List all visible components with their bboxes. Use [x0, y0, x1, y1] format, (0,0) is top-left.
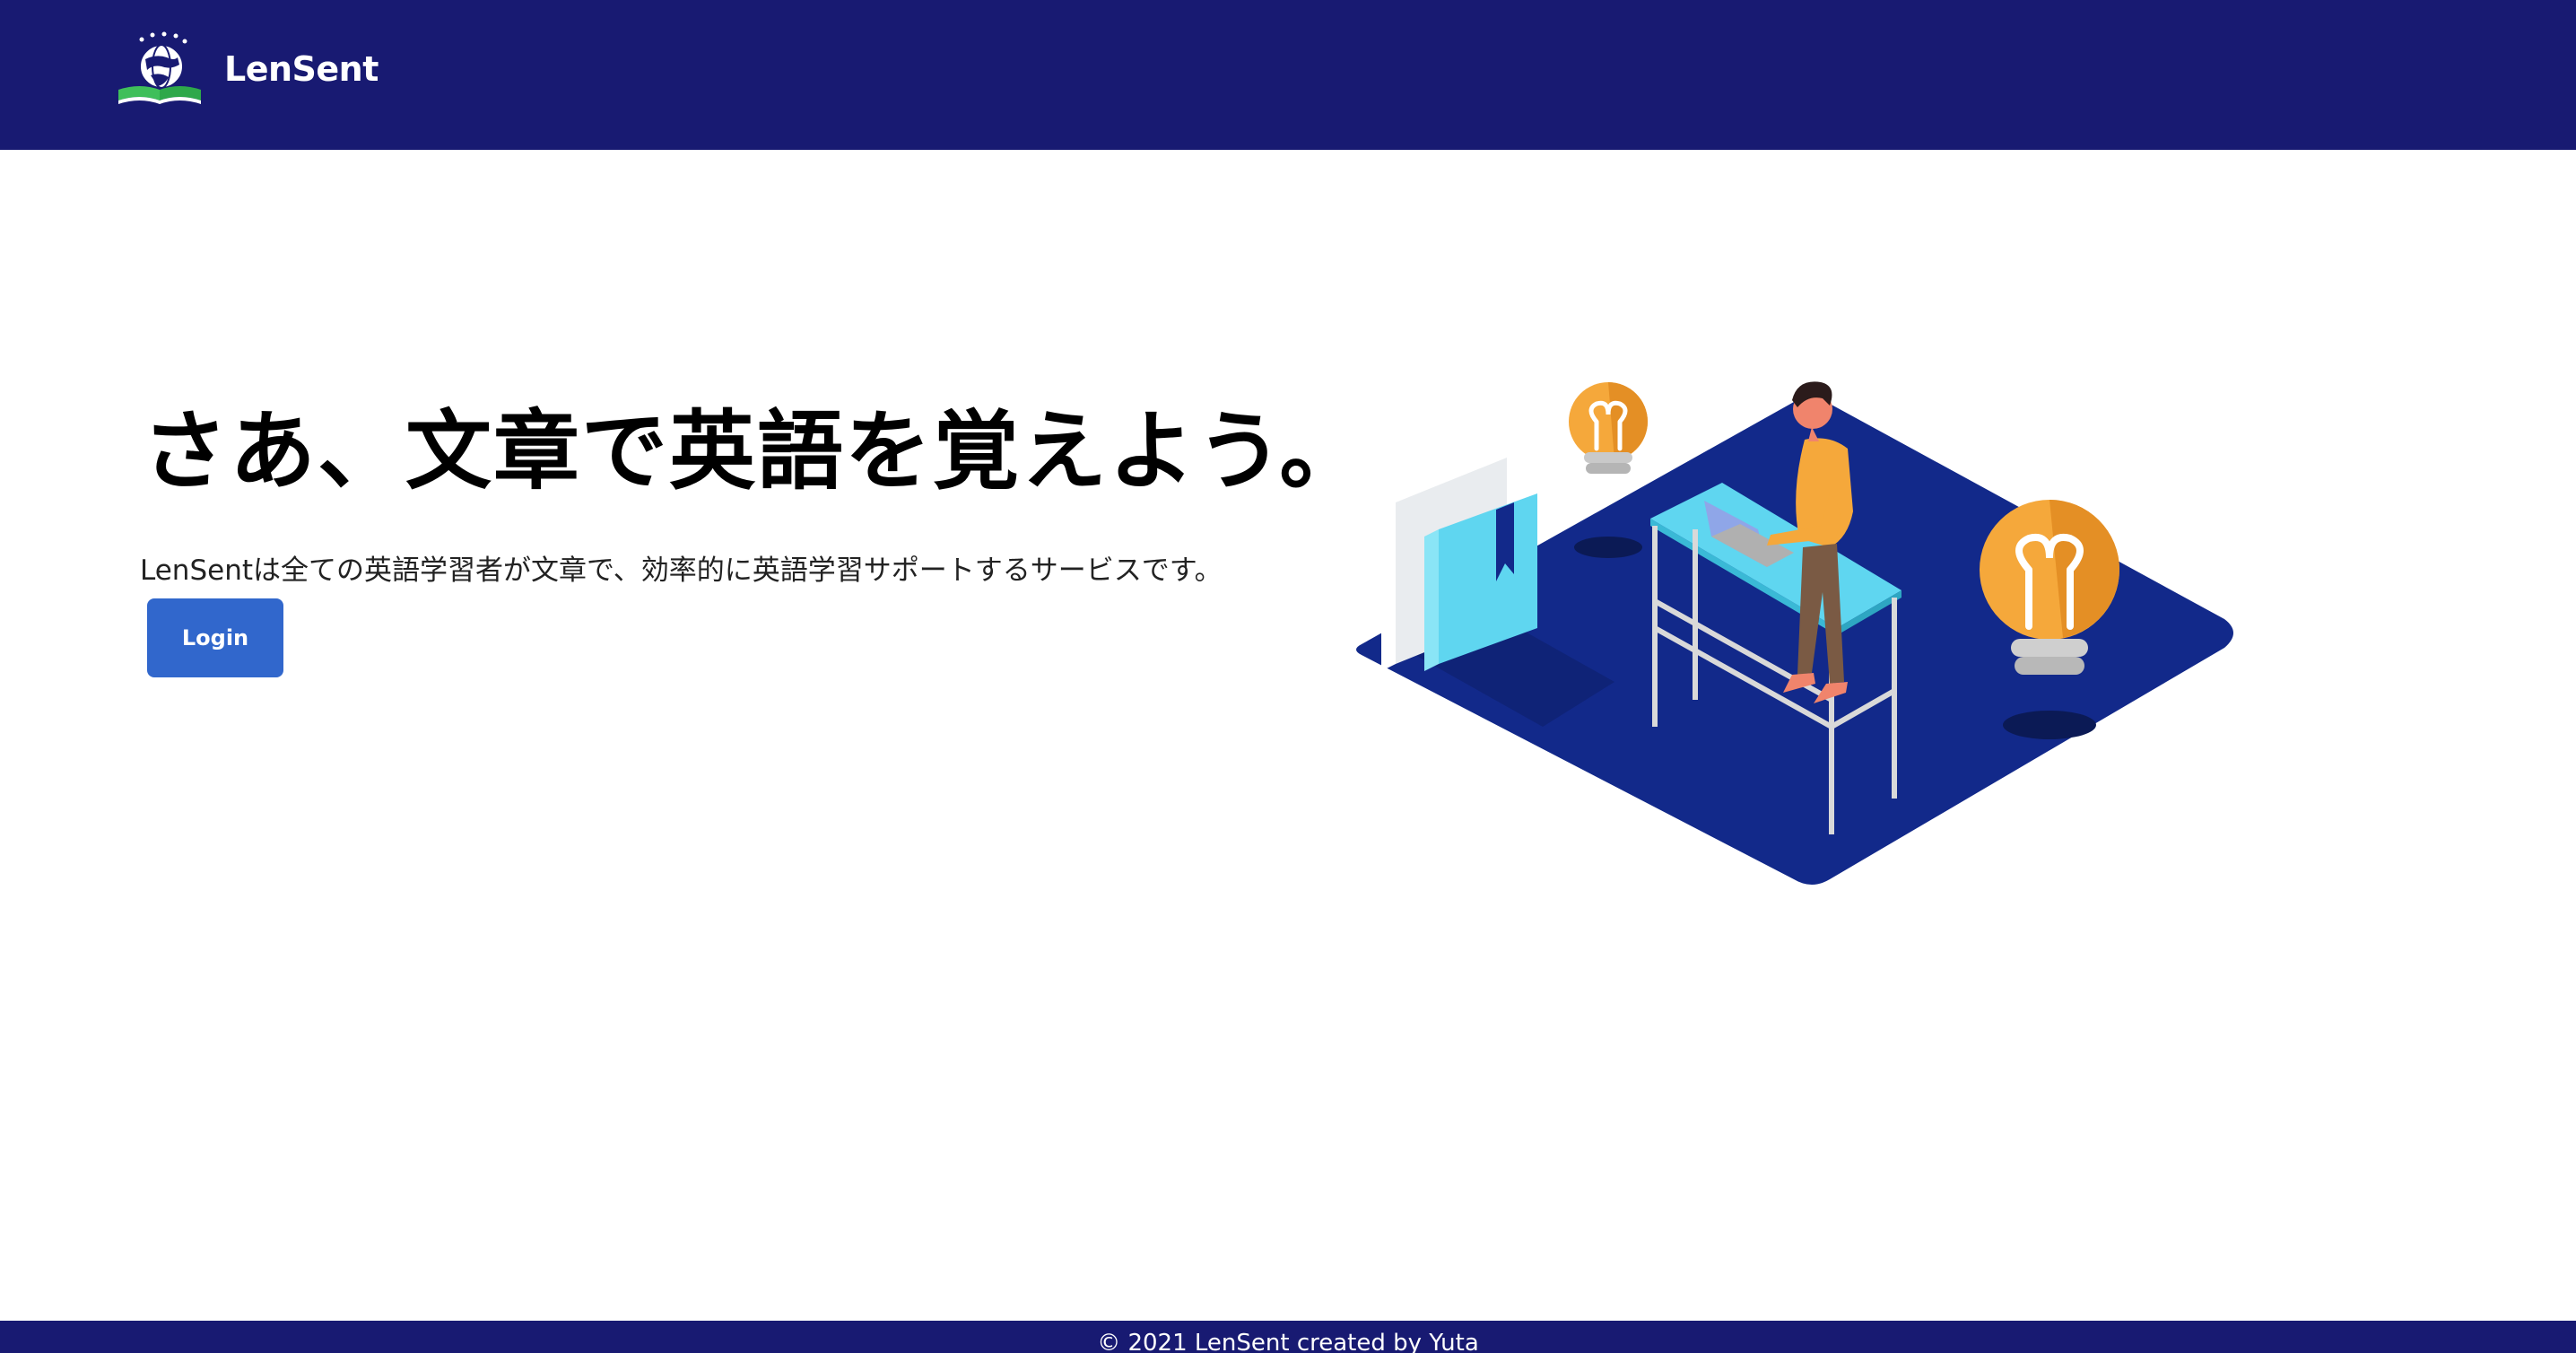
hero-subtitle: LenSentは全ての英語学習者が文章で、効率的に英語学習サポートするサービスで…	[140, 554, 1223, 587]
footer-copyright: © 2021 LenSent created by Yuta	[1097, 1330, 1479, 1353]
navbar: LenSent	[0, 0, 2576, 150]
hero-title: さあ、文章で英語を覚えよう。	[142, 401, 1368, 502]
login-button[interactable]: Login	[147, 598, 283, 677]
hero-illustration	[1356, 381, 2233, 885]
brand-name: LenSent	[224, 49, 379, 89]
globe-book-logo-icon	[118, 31, 201, 104]
footer: © 2021 LenSent created by Yuta	[0, 1321, 2576, 1353]
brand-link[interactable]: LenSent	[115, 31, 379, 108]
